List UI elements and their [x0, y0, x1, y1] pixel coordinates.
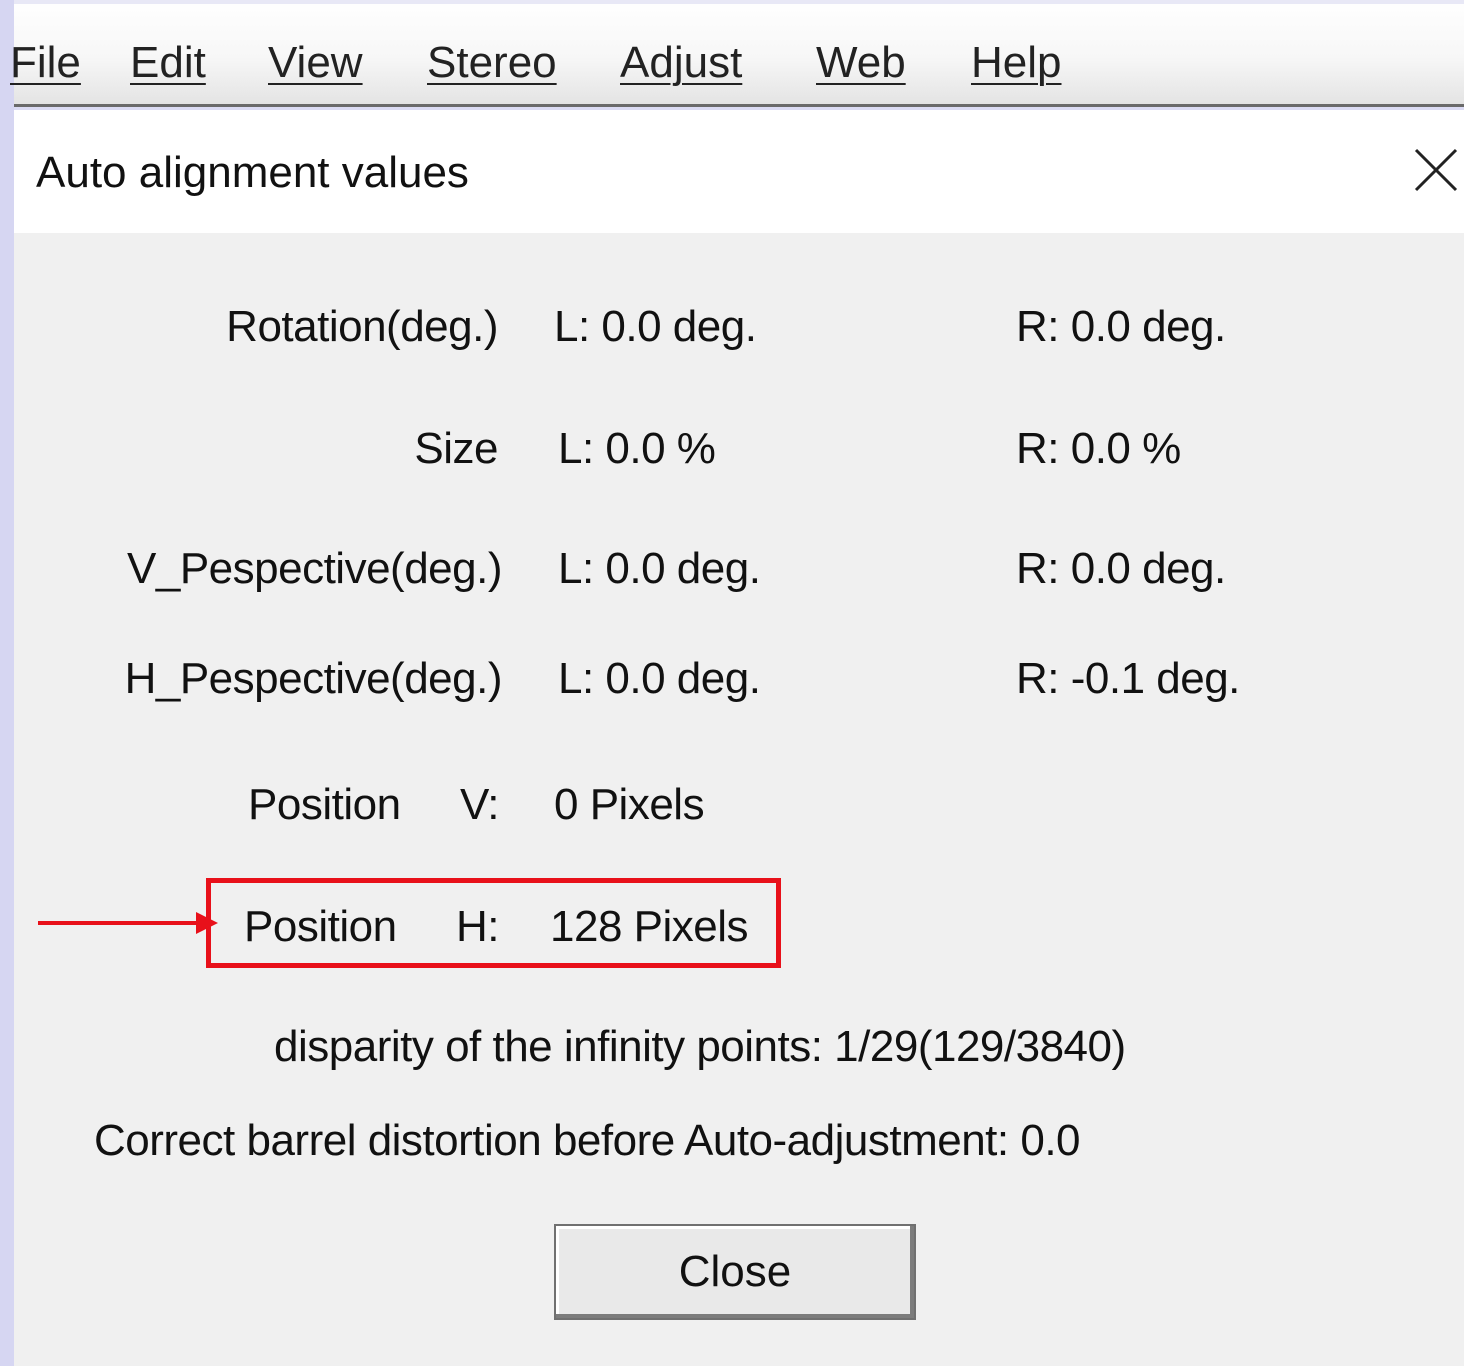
h-perspective-left-value: L: 0.0 deg.	[558, 654, 761, 703]
position-v-axis: V:	[460, 780, 499, 829]
auto-alignment-dialog: Auto alignment values Rotation(deg.) L: …	[14, 110, 1464, 1366]
menu-web[interactable]: Web	[816, 38, 906, 88]
red-arrow-icon	[38, 912, 218, 934]
size-right-value: R: 0.0 %	[1016, 424, 1181, 473]
screen: File Edit View Stereo Adjust Web Help Au…	[0, 0, 1464, 1366]
close-icon[interactable]	[1410, 144, 1462, 196]
background-strip	[0, 0, 14, 1366]
barrel-distortion-text: Correct barrel distortion before Auto-ad…	[94, 1116, 1081, 1165]
dialog-title: Auto alignment values	[36, 148, 469, 197]
menu-view[interactable]: View	[268, 38, 363, 88]
menu-edit[interactable]: Edit	[130, 38, 206, 88]
position-h-value: 128 Pixels	[550, 902, 749, 951]
window-top-edge	[14, 0, 1464, 4]
v-perspective-left-value: L: 0.0 deg.	[558, 544, 761, 593]
dialog-titlebar: Auto alignment values	[14, 110, 1464, 233]
close-button[interactable]: Close	[554, 1224, 916, 1320]
rotation-right-value: R: 0.0 deg.	[1016, 302, 1226, 351]
position-h-label: Position	[244, 902, 397, 951]
h-perspective-label: H_Pespective(deg.)	[124, 654, 503, 703]
v-perspective-right-value: R: 0.0 deg.	[1016, 544, 1226, 593]
position-v-value: 0 Pixels	[554, 780, 705, 829]
v-perspective-label: V_Pespective(deg.)	[127, 544, 503, 593]
position-h-axis: H:	[456, 902, 500, 951]
size-left-value: L: 0.0 %	[558, 424, 716, 473]
menu-adjust[interactable]: Adjust	[620, 38, 742, 88]
h-perspective-right-value: R: -0.1 deg.	[1016, 654, 1240, 703]
menu-file[interactable]: File	[10, 38, 81, 88]
menu-bar: File Edit View Stereo Adjust Web Help	[10, 0, 1464, 107]
menu-help[interactable]: Help	[971, 38, 1062, 88]
size-label: Size	[414, 424, 498, 473]
rotation-left-value: L: 0.0 deg.	[554, 302, 757, 351]
menu-stereo[interactable]: Stereo	[427, 38, 557, 88]
disparity-text: disparity of the infinity points: 1/29(1…	[274, 1022, 1126, 1071]
position-v-label: Position	[248, 780, 401, 829]
rotation-label: Rotation(deg.)	[226, 302, 498, 351]
